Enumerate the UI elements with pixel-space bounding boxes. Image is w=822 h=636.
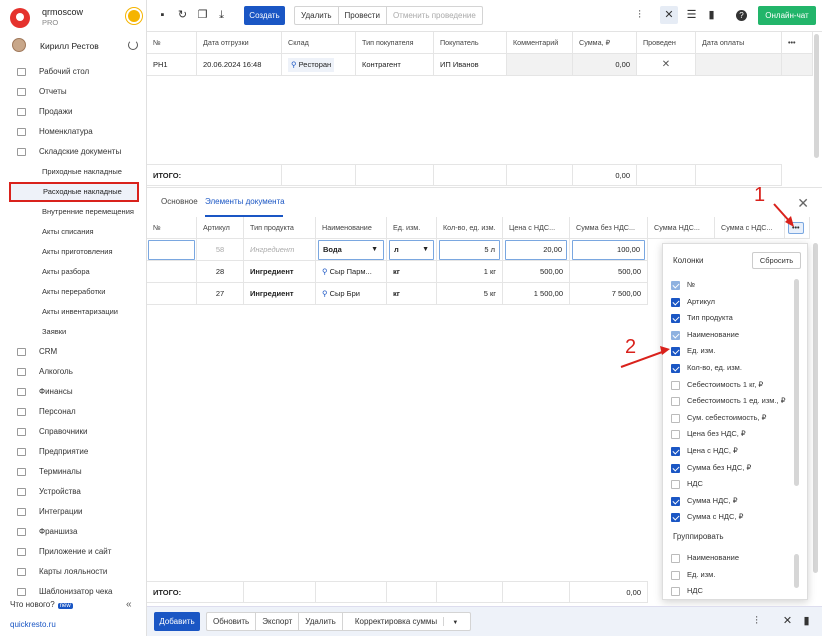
app: qrmoscow PRO Кирилл Рестов Рабочий стол …: [0, 0, 822, 636]
annotation-number-one: 1: [754, 184, 766, 206]
annotation-number-two: 2: [625, 336, 637, 358]
annotation-arrows: [620, 203, 794, 368]
arrow-two-head: [660, 346, 670, 355]
